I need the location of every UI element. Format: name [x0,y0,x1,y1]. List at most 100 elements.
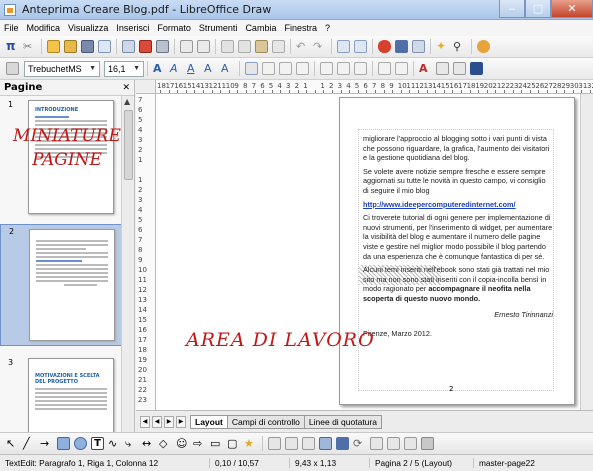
align-left-icon[interactable] [245,62,258,75]
underline-a-icon[interactable]: A [187,62,200,75]
next-tab-icon[interactable]: ▶ [164,415,174,428]
increase-spacing-icon[interactable] [378,62,391,75]
clone-icon[interactable] [272,40,285,53]
save-icon[interactable] [81,40,94,53]
callouts-icon[interactable]: ▢ [227,437,240,450]
navigator-icon[interactable] [412,40,425,53]
rotate-icon[interactable]: ⟳ [353,437,366,450]
basic-shapes-icon[interactable] [378,40,391,53]
helplines-icon[interactable] [354,40,367,53]
gallery-icon[interactable] [395,40,408,53]
line-spacing-1-icon[interactable] [320,62,333,75]
edit-file-icon[interactable] [122,40,135,53]
rectangle-icon[interactable] [57,437,70,450]
pages-scrollbar[interactable]: ▲ [121,96,134,432]
document-text[interactable]: migliorare l'approccio al blogging sotto… [363,134,553,339]
styles-icon[interactable] [6,62,19,75]
menu-help[interactable]: ? [321,23,334,33]
print-icon[interactable] [156,40,169,53]
outline-a-icon[interactable]: A [204,62,217,75]
menu-modifica[interactable]: Modifica [23,23,65,33]
autospell-icon[interactable] [197,40,210,53]
email-icon[interactable] [98,40,111,53]
close-icon[interactable]: ✕ [122,83,130,93]
help-icon[interactable] [477,40,490,53]
work-area[interactable]: migliorare l'approccio al blogging sotto… [156,94,580,410]
minimize-button[interactable]: ‒ [499,0,525,18]
align-right-icon[interactable] [279,62,292,75]
tab-linee-di-quotatura[interactable]: Linee di quotatura [303,414,382,429]
page-thumbnail-1[interactable]: 1 INTRODUZIONE [0,98,122,216]
menu-cambia[interactable]: Cambia [241,23,280,33]
connector-icon[interactable]: ⤷ [125,437,138,450]
points-icon[interactable] [268,437,281,450]
document-page[interactable]: migliorare l'approccio al blogging sotto… [339,97,575,405]
align-center-icon[interactable] [262,62,275,75]
pi-icon[interactable]: π [6,40,19,53]
line-icon[interactable]: ╱ [23,437,36,450]
glue-points-icon[interactable] [285,437,298,450]
italic-a-icon[interactable]: A [170,62,183,75]
export-pdf-icon[interactable] [139,40,152,53]
arrange-icon[interactable] [387,437,400,450]
menu-visualizza[interactable]: Visualizza [64,23,112,33]
bullets-icon[interactable] [470,62,483,75]
prev-tab-icon[interactable]: ◀ [152,415,162,428]
from-file-icon[interactable] [319,437,332,450]
last-tab-icon[interactable]: ▶ [176,415,186,428]
basic-shapes-icon[interactable]: ◇ [159,437,172,450]
flowchart-icon[interactable]: ▭ [210,437,223,450]
line-spacing-2-icon[interactable] [354,62,367,75]
zoom-icon[interactable]: ⚲ [453,40,466,53]
stars-icon[interactable]: ★ [244,437,257,450]
redo-icon[interactable]: ↷ [313,40,326,53]
star-icon[interactable]: ✦ [436,40,449,53]
line-arrow-icon[interactable]: → [40,437,53,450]
tab-campi-di-controllo[interactable]: Campi di controllo [226,414,305,429]
menu-inserisci[interactable]: Inserisci [112,23,153,33]
grid-icon[interactable] [337,40,350,53]
tab-layout[interactable]: Layout [190,414,228,429]
line-spacing-15-icon[interactable] [337,62,350,75]
new-icon[interactable] [47,40,60,53]
first-tab-icon[interactable]: ◀ [140,415,150,428]
gallery-icon[interactable] [336,437,349,450]
copy-icon[interactable] [238,40,251,53]
fontwork-icon[interactable] [302,437,315,450]
text-tool-icon[interactable]: T [91,437,104,450]
decrease-spacing-icon[interactable] [395,62,408,75]
font-size-select[interactable]: 16,1 ▼ [104,60,144,77]
select-arrow-icon[interactable]: ↖ [6,437,19,450]
blog-link[interactable]: http://www.ideepercomputeredinternet.com… [363,200,516,209]
menu-strumenti[interactable]: Strumenti [195,23,242,33]
shadow-a-icon[interactable]: A [221,62,234,75]
curve-icon[interactable]: ∿ [108,437,121,450]
font-color-icon[interactable]: A [419,62,432,75]
bold-a-icon[interactable]: A [153,62,166,75]
page-thumbnail-3[interactable]: 3 MOTIVAZIONI E SCELTA DEL PROGETTO [0,356,122,432]
chevron-up-icon[interactable]: ▲ [124,97,130,106]
canvas-scrollbar[interactable] [580,94,593,410]
scrollbar-thumb[interactable] [124,110,133,180]
extrusion-icon[interactable] [404,437,417,450]
undo-icon[interactable]: ↶ [296,40,309,53]
paste-icon[interactable] [255,40,268,53]
open-icon[interactable] [64,40,77,53]
paragraph-icon[interactable] [453,62,466,75]
align-icon[interactable] [370,437,383,450]
close-button[interactable]: ✕ [551,0,593,18]
menu-file[interactable]: File [0,23,23,33]
spellcheck-icon[interactable] [180,40,193,53]
ellipse-icon[interactable] [74,437,87,450]
font-name-select[interactable]: TrebuchetMS ▼ [24,60,100,77]
page-thumbnail-2[interactable]: 2 [0,224,122,346]
lines-arrows-icon[interactable]: ↔ [142,437,155,450]
menu-formato[interactable]: Formato [153,23,195,33]
tools-icon[interactable]: ✂ [23,40,36,53]
maximize-button[interactable]: □ [525,0,551,18]
character-icon[interactable] [436,62,449,75]
shadow-icon[interactable] [421,437,434,450]
menu-finestra[interactable]: Finestra [280,23,321,33]
justify-icon[interactable] [296,62,309,75]
block-arrows-icon[interactable]: ⇨ [193,437,206,450]
